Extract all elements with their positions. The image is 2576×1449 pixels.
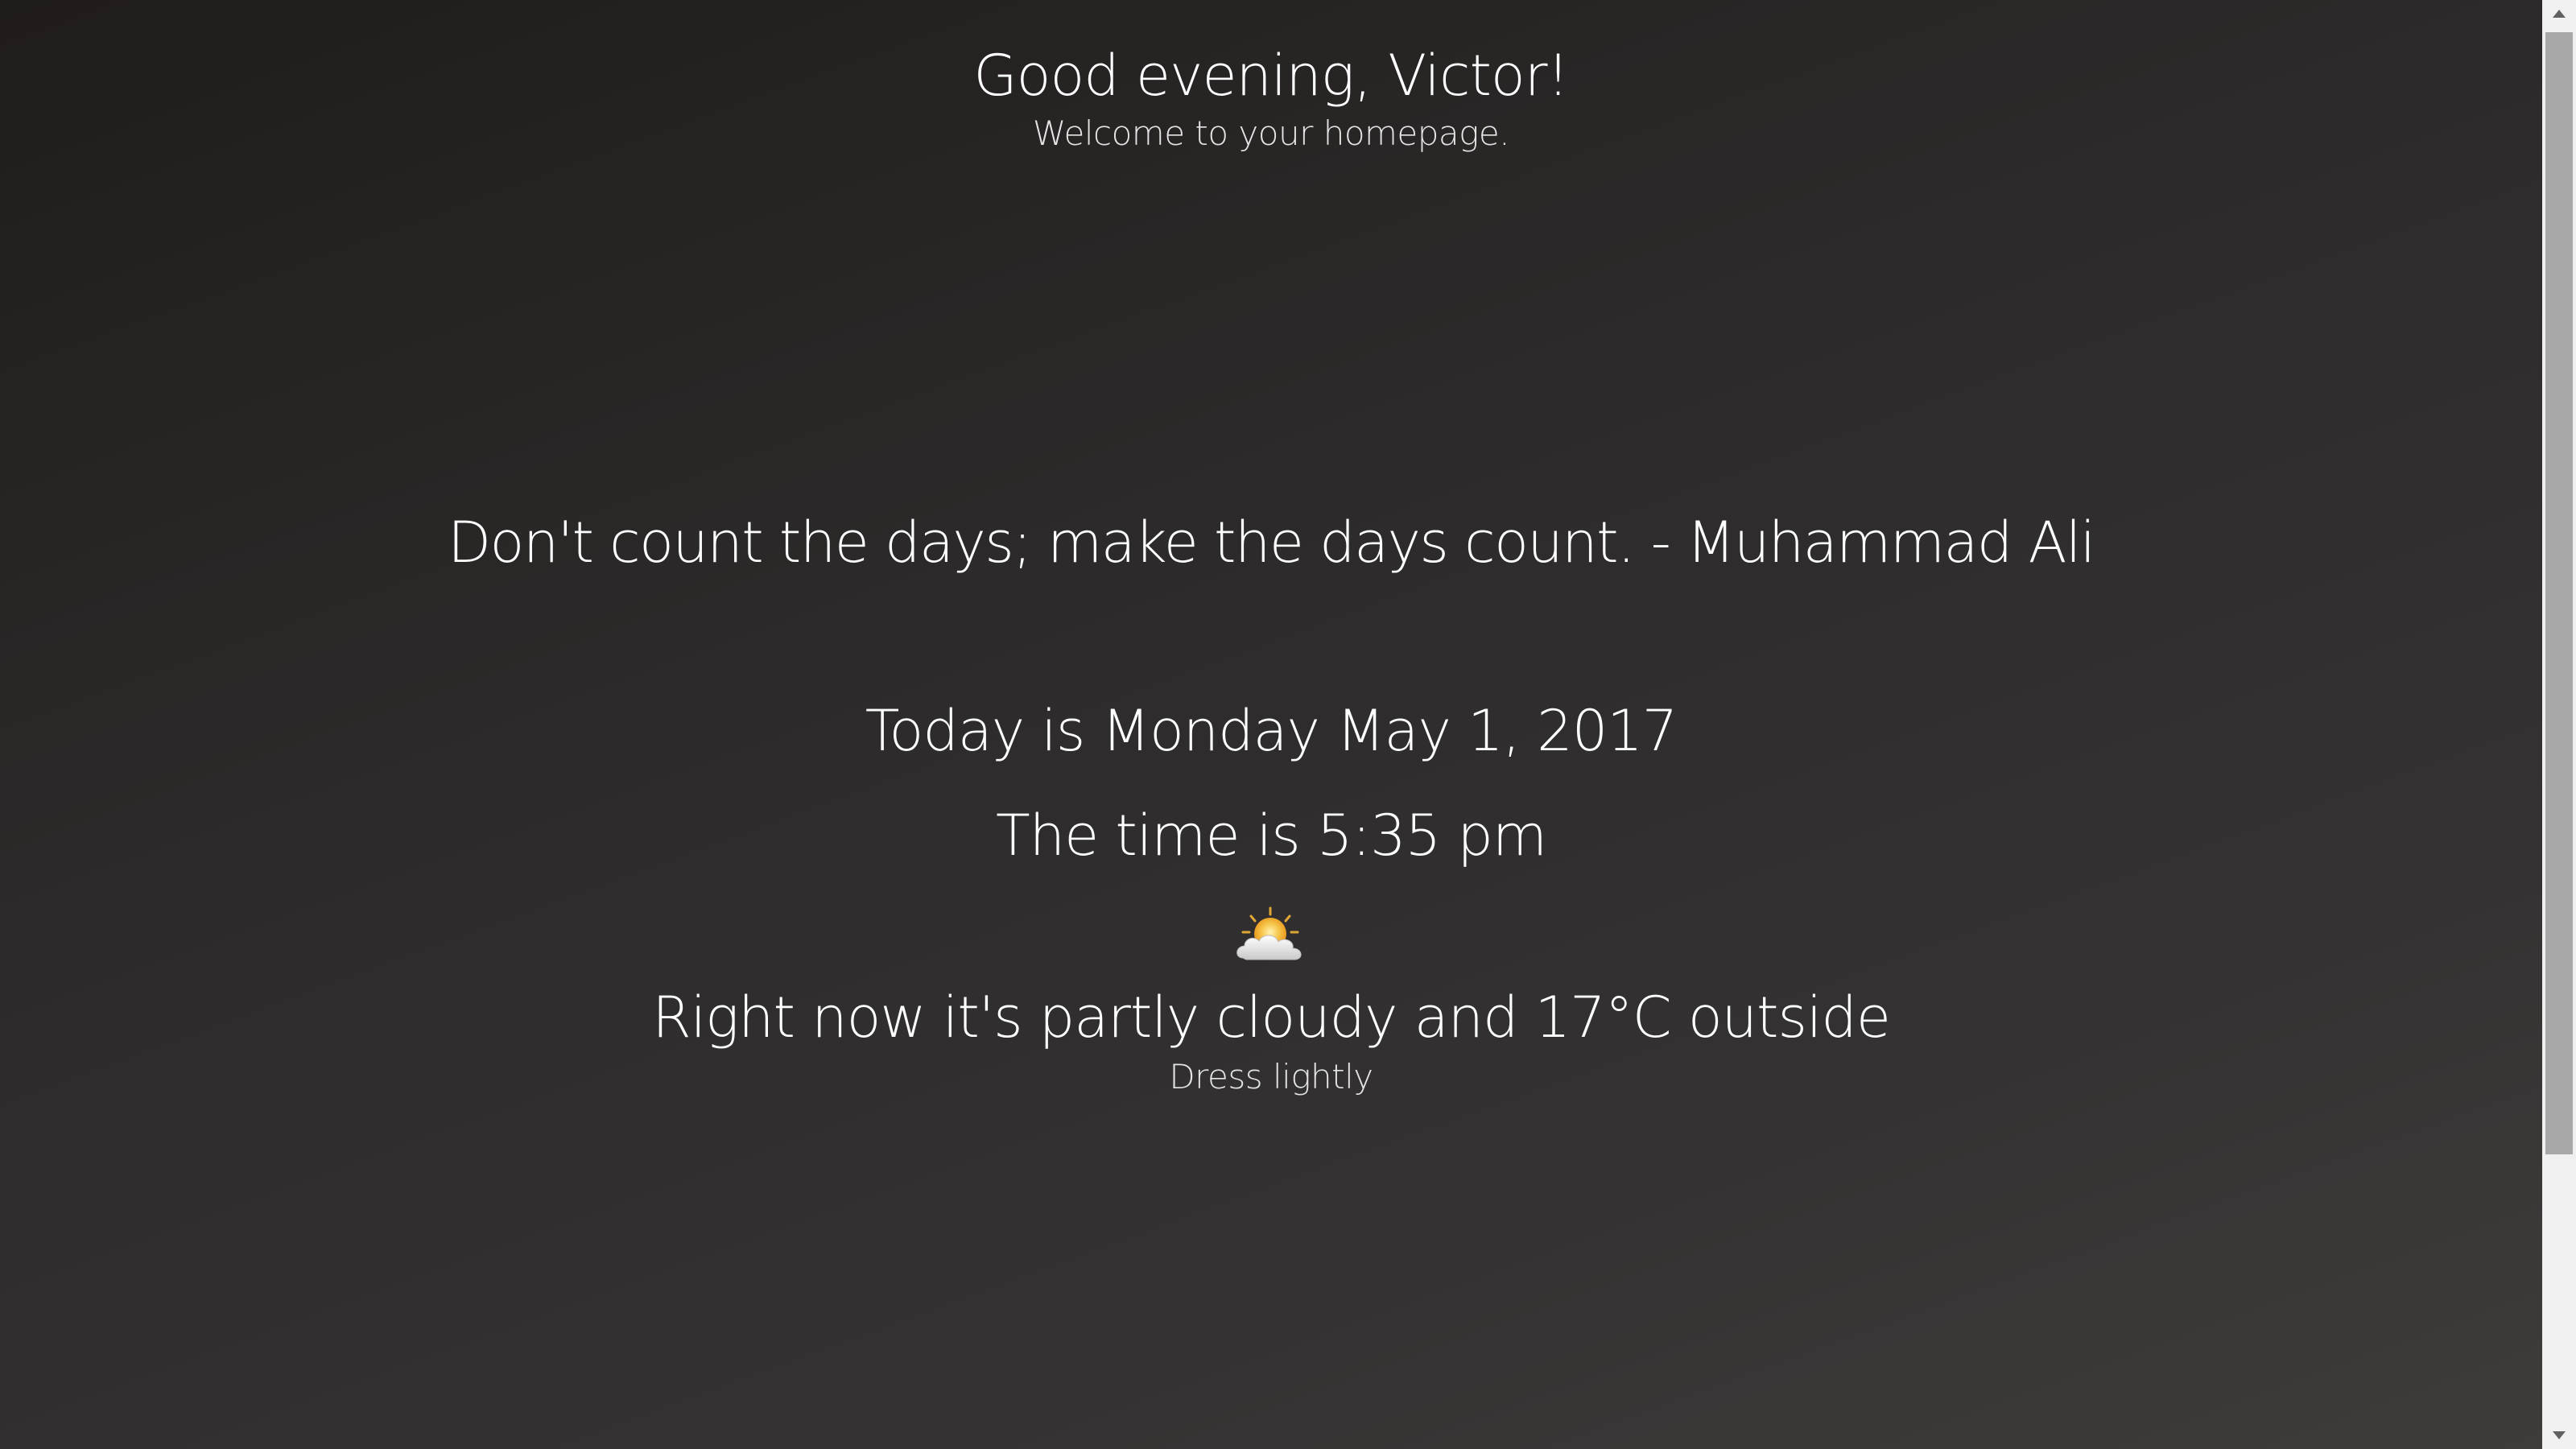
homepage: Good evening, Victor! Welcome to your ho… bbox=[0, 0, 2542, 1449]
greeting-title: Good evening, Victor! bbox=[973, 43, 1569, 109]
weather-advice: Dress lightly bbox=[1169, 1057, 1373, 1096]
scroll-up-arrow-icon[interactable] bbox=[2542, 0, 2576, 29]
greeting-subtitle: Welcome to your homepage. bbox=[1032, 114, 1510, 153]
time-text: The time is 5:35 pm bbox=[995, 803, 1547, 869]
weather-summary: Right now it's partly cloudy and 17°C ou… bbox=[652, 985, 1891, 1051]
vertical-scrollbar[interactable] bbox=[2542, 0, 2576, 1449]
partly-cloudy-icon bbox=[1232, 905, 1309, 969]
scrollbar-thumb[interactable] bbox=[2545, 32, 2573, 1154]
daily-quote: Don't count the days; make the days coun… bbox=[448, 510, 2095, 576]
date-text: Today is Monday May 1, 2017 bbox=[865, 698, 1678, 764]
scroll-down-arrow-icon[interactable] bbox=[2542, 1420, 2576, 1449]
